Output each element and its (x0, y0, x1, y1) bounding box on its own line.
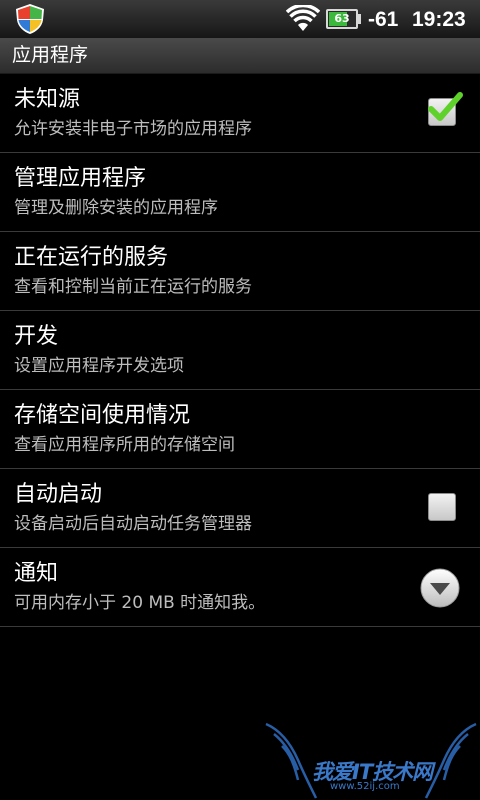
setting-item-development[interactable]: 开发 设置应用程序开发选项 (0, 311, 480, 390)
setting-summary: 查看和控制当前正在运行的服务 (14, 277, 252, 297)
page-title: 应用程序 (12, 44, 89, 66)
setting-summary: 设置应用程序开发选项 (14, 356, 184, 376)
setting-item-unknown-sources[interactable]: 未知源 允许安装非电子市场的应用程序 (0, 74, 480, 153)
setting-item-manage-apps[interactable]: 管理应用程序 管理及删除安装的应用程序 (0, 153, 480, 232)
setting-title: 通知 (14, 561, 59, 586)
setting-title: 开发 (14, 324, 59, 349)
checkmark-icon (428, 92, 463, 121)
battery-tip (358, 14, 361, 24)
setting-summary: 设备启动后自动启动任务管理器 (14, 514, 252, 534)
setting-title: 管理应用程序 (14, 166, 147, 191)
clock: 19:23 (412, 8, 466, 31)
dropdown-arrow-icon[interactable] (420, 568, 460, 608)
shield-icon (16, 4, 44, 34)
setting-summary: 允许安装非电子市场的应用程序 (14, 119, 252, 139)
setting-title: 自动启动 (14, 482, 103, 507)
signal-strength: -61 (368, 8, 399, 31)
screen: 63 -61 19:23 应用程序 未知源 允许安装非电子市场的应用程序 管理应… (0, 0, 480, 800)
unknown-sources-checkbox[interactable] (428, 92, 463, 126)
setting-summary: 查看应用程序所用的存储空间 (14, 435, 235, 455)
wifi-icon (286, 5, 320, 31)
status-bar: 63 -61 19:23 (0, 0, 480, 38)
watermark-url: www.52ij.com (330, 781, 400, 792)
settings-list: 未知源 允许安装非电子市场的应用程序 管理应用程序 管理及删除安装的应用程序 正… (0, 74, 480, 627)
page-header: 应用程序 (0, 38, 480, 74)
setting-title: 正在运行的服务 (14, 245, 169, 270)
setting-item-storage-use[interactable]: 存储空间使用情况 查看应用程序所用的存储空间 (0, 390, 480, 469)
setting-summary: 可用内存小于 20 MB 时通知我。 (14, 593, 266, 613)
setting-summary: 管理及删除安装的应用程序 (14, 198, 218, 218)
setting-title: 存储空间使用情况 (14, 403, 191, 428)
battery-level: 63 (334, 12, 350, 25)
setting-item-notification[interactable]: 通知 可用内存小于 20 MB 时通知我。 (0, 548, 480, 627)
setting-item-auto-start[interactable]: 自动启动 设备启动后自动启动任务管理器 (0, 469, 480, 548)
auto-start-checkbox[interactable] (428, 493, 456, 521)
setting-item-running-services[interactable]: 正在运行的服务 查看和控制当前正在运行的服务 (0, 232, 480, 311)
setting-title: 未知源 (14, 87, 81, 112)
